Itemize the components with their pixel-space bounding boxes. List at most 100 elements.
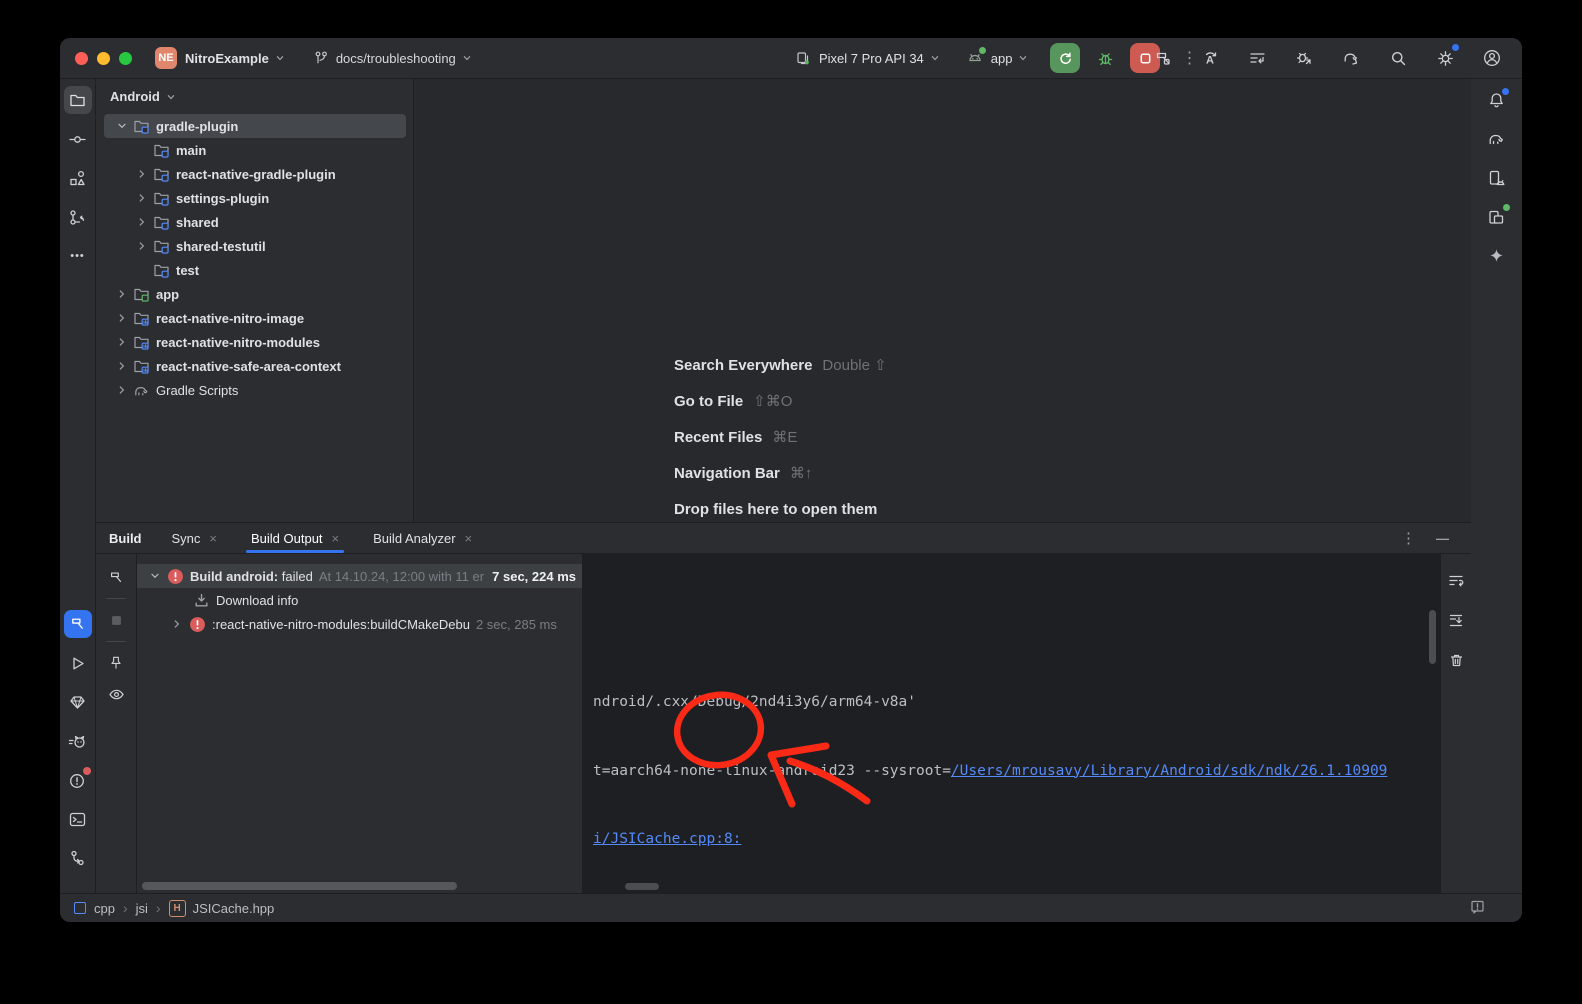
chevron-right-icon[interactable]: [114, 286, 130, 302]
tab-sync[interactable]: Sync×: [172, 523, 218, 553]
close-window-button[interactable]: [75, 52, 88, 65]
chevron-right-icon[interactable]: [114, 310, 130, 326]
console-file-link[interactable]: /Users/mrousavy/Library/Android/sdk/ndk/…: [951, 763, 1388, 779]
soft-wrap-button[interactable]: [1443, 567, 1469, 593]
gemini-button[interactable]: [1483, 242, 1511, 270]
device-manager-button[interactable]: [1483, 164, 1511, 192]
breadcrumb-file[interactable]: JSICache.hpp: [193, 901, 275, 916]
restart-build-button[interactable]: [103, 564, 129, 590]
close-tab-icon[interactable]: ×: [332, 531, 340, 546]
breadcrumb-cpp[interactable]: cpp: [94, 901, 115, 916]
chevron-right-icon[interactable]: [134, 238, 150, 254]
event-log-button[interactable]: [1469, 898, 1486, 918]
chevron-down-icon[interactable]: [147, 568, 163, 584]
running-devices-button[interactable]: [1483, 203, 1511, 231]
tree-item-test[interactable]: test: [104, 258, 406, 282]
resource-manager-tool-button[interactable]: [64, 164, 92, 192]
chevron-right-icon[interactable]: [134, 190, 150, 206]
filter-view-button[interactable]: [103, 681, 129, 707]
soft-wrap-icon: [1448, 572, 1465, 589]
build-project-button[interactable]: [1151, 46, 1175, 70]
project-view-label: Android: [110, 89, 160, 104]
account-button[interactable]: [1480, 46, 1504, 70]
vertical-scrollbar[interactable]: [1429, 610, 1436, 664]
minimize-panel-button[interactable]: —: [1436, 531, 1449, 546]
breadcrumb-jsi[interactable]: jsi: [136, 901, 148, 916]
commit-icon: [68, 130, 87, 149]
tree-item-app[interactable]: app: [104, 282, 406, 306]
gemini-star-icon: [1487, 247, 1506, 266]
tree-item-react-native-gradle-plugin[interactable]: react-native-gradle-plugin: [104, 162, 406, 186]
tree-item-main[interactable]: main: [104, 138, 406, 162]
run-config-selector[interactable]: app: [966, 49, 1031, 67]
settings-button[interactable]: [1433, 46, 1457, 70]
clear-all-button[interactable]: [1443, 647, 1469, 673]
event-log-icon: [1469, 898, 1486, 915]
chevron-right-icon[interactable]: [169, 616, 185, 632]
tree-item-react-native-safe-area-context[interactable]: react-native-safe-area-context: [104, 354, 406, 378]
tree-item-react-native-nitro-image[interactable]: react-native-nitro-image: [104, 306, 406, 330]
chevron-right-icon[interactable]: [114, 358, 130, 374]
build-task-row[interactable]: :react-native-nitro-modules:buildCMakeDe…: [137, 612, 582, 636]
device-selector[interactable]: Pixel 7 Pro API 34: [795, 50, 942, 67]
tab-build-analyzer[interactable]: Build Analyzer×: [373, 523, 472, 553]
rerun-button[interactable]: [1050, 43, 1080, 73]
problems-tool-button[interactable]: [64, 766, 92, 794]
attach-debugger-button[interactable]: [1292, 46, 1316, 70]
project-selector[interactable]: NitroExample: [185, 51, 269, 66]
run-tool-button[interactable]: [64, 649, 92, 677]
version-control-tool-button[interactable]: [64, 844, 92, 872]
gradle-sync-button[interactable]: [1339, 46, 1363, 70]
project-view-selector[interactable]: Android: [96, 79, 413, 108]
build-root-row[interactable]: Build android: failed At 14.10.24, 12:00…: [137, 564, 582, 588]
eye-icon: [108, 686, 125, 703]
tree-item-gradle-scripts[interactable]: Gradle Scripts: [104, 378, 406, 402]
device-manager-icon: [1487, 169, 1506, 188]
app-quality-insights-tool-button[interactable]: [64, 688, 92, 716]
horizontal-scrollbar[interactable]: [142, 882, 457, 890]
more-tools-button[interactable]: •••: [64, 242, 92, 270]
scroll-to-end-button[interactable]: [1443, 607, 1469, 633]
account-icon: [1482, 48, 1502, 68]
chevron-right-icon[interactable]: [114, 382, 130, 398]
shapes-icon: [68, 169, 87, 188]
module-folder-icon: [133, 118, 150, 135]
terminal-icon: [68, 810, 87, 829]
chevron-right-icon[interactable]: [134, 214, 150, 230]
notifications-button[interactable]: [1483, 86, 1511, 114]
build-panel-header: Build Sync× Build Output× Build Analyzer…: [96, 523, 1471, 554]
build-download-info-row[interactable]: Download info: [137, 588, 582, 612]
close-tab-icon[interactable]: ×: [465, 531, 473, 546]
tree-item-settings-plugin[interactable]: settings-plugin: [104, 186, 406, 210]
tree-item-react-native-nitro-modules[interactable]: react-native-nitro-modules: [104, 330, 406, 354]
terminal-tool-button[interactable]: [64, 805, 92, 833]
chevron-right-icon[interactable]: [114, 334, 130, 350]
gradle-tool-button[interactable]: [1483, 125, 1511, 153]
console-file-link[interactable]: i/JSICache.cpp:8:: [593, 831, 741, 847]
apply-changes-button[interactable]: A: [1198, 46, 1222, 70]
debug-button[interactable]: [1093, 46, 1117, 70]
search-everywhere-button[interactable]: [1386, 46, 1410, 70]
zoom-window-button[interactable]: [119, 52, 132, 65]
commit-tool-button[interactable]: [64, 125, 92, 153]
gear-icon: [1436, 49, 1455, 68]
ide-window: NE NitroExample docs/troubleshooting Pix…: [60, 38, 1522, 922]
stop-build-button[interactable]: [103, 607, 129, 633]
build-tool-button[interactable]: [64, 610, 92, 638]
tree-item-shared-testutil[interactable]: shared-testutil: [104, 234, 406, 258]
minimize-window-button[interactable]: [97, 52, 110, 65]
horizontal-scrollbar[interactable]: [625, 883, 659, 890]
tree-item-gradle-plugin[interactable]: gradle-plugin: [104, 114, 406, 138]
close-tab-icon[interactable]: ×: [209, 531, 217, 546]
branch-selector[interactable]: docs/troubleshooting: [313, 50, 474, 66]
tab-build-output[interactable]: Build Output×: [251, 523, 339, 553]
logcat-tool-button[interactable]: [64, 727, 92, 755]
chevron-right-icon[interactable]: [134, 166, 150, 182]
panel-options-button[interactable]: ⋮: [1401, 529, 1416, 547]
apply-code-changes-button[interactable]: [1245, 46, 1269, 70]
pin-tab-button[interactable]: [103, 650, 129, 676]
vcs-tool-button[interactable]: [64, 203, 92, 231]
tree-item-shared[interactable]: shared: [104, 210, 406, 234]
chevron-down-icon[interactable]: [114, 118, 130, 134]
project-tool-button[interactable]: [64, 86, 92, 114]
